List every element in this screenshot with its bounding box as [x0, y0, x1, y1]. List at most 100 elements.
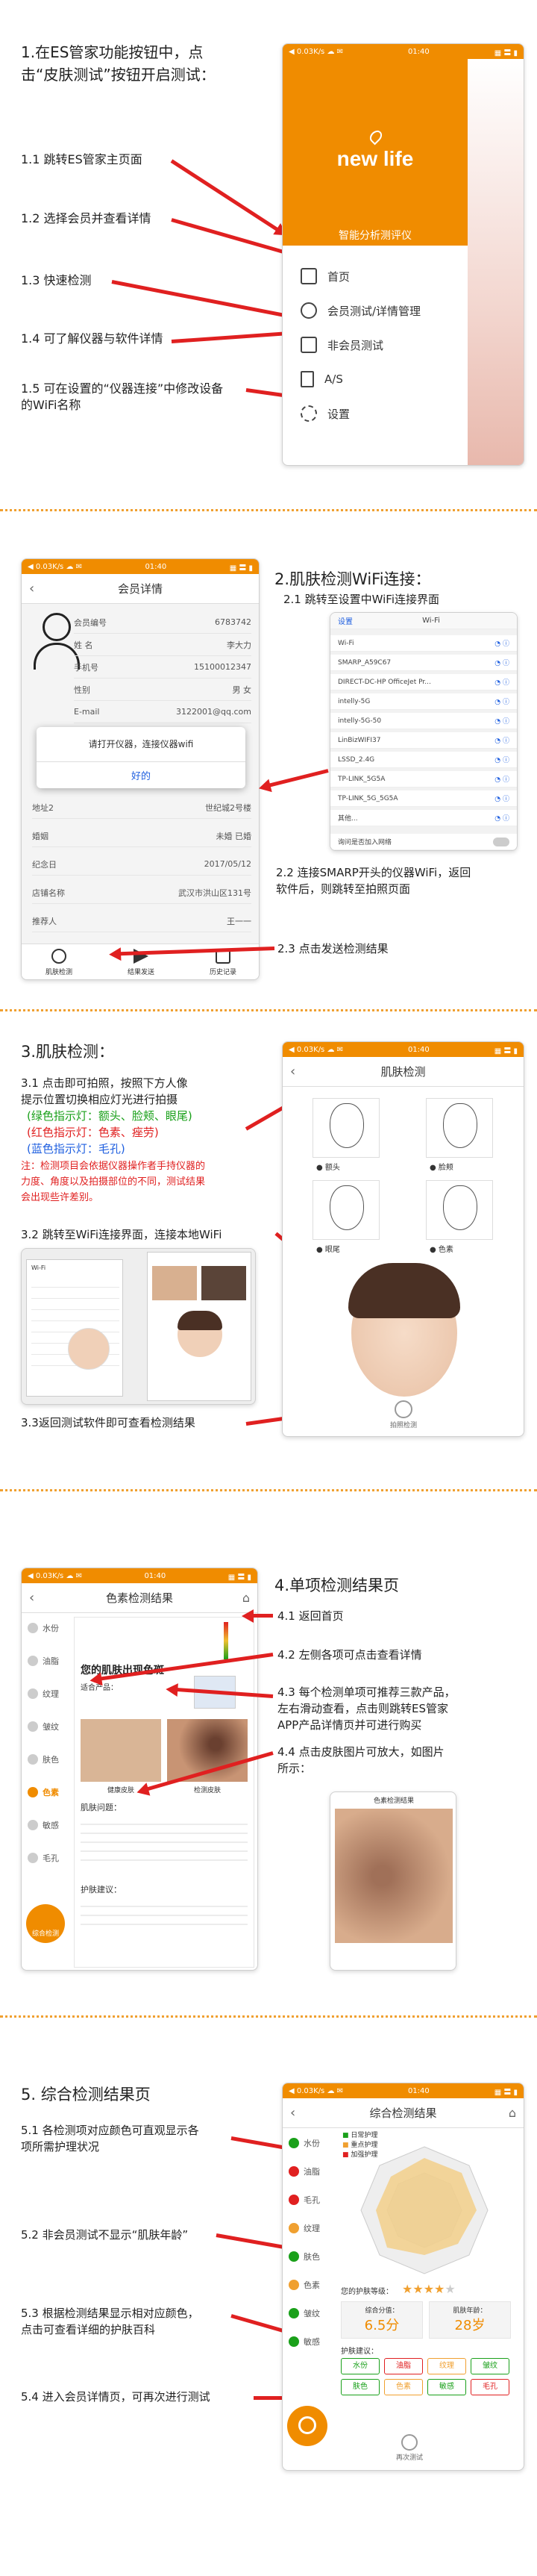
member-field-row: 推荐人 王一一: [32, 910, 251, 932]
wifi-network-name: Wi-Fi: [338, 639, 354, 647]
sidebar-item[interactable]: 色素: [28, 1786, 59, 1798]
skin-test-button[interactable]: 肌肤检测: [40, 949, 78, 976]
wifi-network-row[interactable]: intelly-5G-50 ◔ ⓘ: [330, 713, 517, 729]
field-key: 推荐人: [32, 916, 57, 926]
sidebar-item[interactable]: 肤色: [28, 1753, 59, 1765]
wifi-header: Wi-Fi: [422, 617, 440, 625]
care-chip[interactable]: 皱纹: [471, 2358, 509, 2374]
sidebar-item[interactable]: 毛孔: [289, 2194, 320, 2206]
sidebar-item-label: 纹理: [43, 1689, 59, 1699]
sidebar-item[interactable]: 皱纹: [289, 2307, 320, 2319]
wifi-network-row[interactable]: LinBizWIFI37 ◔ ⓘ: [330, 732, 517, 749]
care-chip[interactable]: 色素: [384, 2379, 423, 2395]
field-value[interactable]: 2017/05/12: [204, 859, 251, 869]
field-value[interactable]: 武汉市洪山区131号: [178, 887, 251, 899]
home-icon[interactable]: ⌂: [242, 1591, 250, 1605]
back-icon[interactable]: ‹: [290, 2105, 295, 2121]
s1-note-1: 1.1 跳转ES管家主页面: [21, 152, 142, 166]
skin-photo-healthy[interactable]: [81, 1719, 161, 1782]
wifi-ask-label: 询问是否加入网络: [338, 839, 392, 846]
sidebar-item-icon: [28, 1754, 38, 1765]
divider-3: [0, 1489, 537, 1491]
care-chip[interactable]: 毛孔: [471, 2379, 509, 2395]
field-key: 地址2: [32, 802, 54, 813]
sidebar-item[interactable]: 水份: [289, 2137, 320, 2149]
sidebar-item[interactable]: 皱纹: [28, 1721, 59, 1733]
history-button[interactable]: 历史记录: [204, 949, 242, 976]
menu-settings[interactable]: 设置: [301, 405, 350, 422]
menu-as[interactable]: A/S: [301, 371, 343, 387]
face-outline-icon: [330, 1185, 364, 1230]
s5-note-3: 5.3 根据检测结果显示相对应颜色， 点击可查看详细的护肤百科: [21, 2307, 199, 2336]
status-right: ▦ 〓 ▮: [494, 1047, 518, 1055]
care-chip[interactable]: 纹理: [427, 2358, 466, 2374]
back-icon[interactable]: ‹: [290, 1064, 295, 1079]
field-value[interactable]: 世纪城2号楼: [205, 802, 251, 814]
status-left: ◀ 0.03K/s ☁ ✉: [289, 2086, 344, 2095]
capture-button[interactable]: 拍照检测: [389, 1400, 418, 1429]
field-value[interactable]: 6783742: [215, 617, 251, 627]
wifi-network-row[interactable]: TP-LINK_5G5A ◔ ⓘ: [330, 771, 517, 788]
member-field-row: 地址2 世纪城2号楼: [32, 796, 251, 819]
s4-note-3: 4.3 每个检测单项可推荐三款产品， 左右滑动查看，点击则跳转ES管家 APP产…: [277, 1685, 456, 1732]
care-chip[interactable]: 油脂: [384, 2358, 423, 2374]
wifi-network-row[interactable]: LSSD_2.4G ◔ ⓘ: [330, 752, 517, 768]
wifi-network-row[interactable]: TP-LINK_5G_5G5A ◔ ⓘ: [330, 790, 517, 807]
field-value[interactable]: 李大力: [227, 639, 251, 651]
face-forehead[interactable]: ● 额头: [313, 1098, 380, 1172]
wifi-network-row[interactable]: DIRECT-DC-HP OfficeJet Pr... ◔ ⓘ: [330, 674, 517, 690]
status-time: 01:40: [407, 1045, 430, 1054]
wifi-network-row[interactable]: 其他... ◔ ⓘ: [330, 810, 517, 826]
care-chip[interactable]: 肤色: [341, 2379, 380, 2395]
wifi-signal-icon: ◔ ⓘ: [494, 660, 509, 667]
home-icon[interactable]: ⌂: [509, 2106, 516, 2120]
sidebar-item[interactable]: 纹理: [28, 1688, 59, 1700]
sidebar-item[interactable]: 油脂: [28, 1655, 59, 1667]
wifi-network-row[interactable]: Wi-Fi ◔ ⓘ: [330, 635, 517, 652]
field-value[interactable]: 3122001@qq.com: [176, 707, 251, 717]
field-value[interactable]: 王一一: [227, 915, 251, 927]
field-value[interactable]: 未婚 已婚: [216, 830, 252, 842]
back-icon[interactable]: ‹: [29, 581, 34, 596]
zoomed-skin-photo[interactable]: [335, 1809, 453, 1943]
sidebar-item[interactable]: 毛孔: [28, 1852, 59, 1864]
s5-fab[interactable]: [287, 2406, 327, 2446]
wifi-network-row[interactable]: intelly-5G ◔ ⓘ: [330, 693, 517, 710]
dialog-text: 请打开仪器，连接仪器wifi: [88, 739, 194, 749]
wifi-network-row[interactable]: SMARP_A59C67 ◔ ⓘ: [330, 655, 517, 671]
sidebar-item[interactable]: 纹理: [289, 2222, 320, 2234]
sidebar-item[interactable]: 水份: [28, 1622, 59, 1634]
sidebar-item[interactable]: 色素: [289, 2279, 320, 2291]
care-chip[interactable]: 水份: [341, 2358, 380, 2374]
retest-button[interactable]: 再次测试: [387, 2434, 432, 2462]
status-time: 01:40: [407, 2086, 430, 2095]
wifi-ask-row[interactable]: 询问是否加入网络: [330, 834, 517, 850]
sidebar-item-label: 油脂: [304, 2167, 320, 2177]
rating-stars: ★★★★★: [402, 2282, 456, 2296]
menu-member-test[interactable]: 会员测试/详情管理: [301, 302, 421, 319]
field-value[interactable]: 男 女: [233, 684, 252, 696]
field-value[interactable]: 15100012347: [194, 662, 251, 672]
back-icon[interactable]: ‹: [29, 1590, 34, 1606]
dialog-ok-button[interactable]: 好的: [37, 768, 245, 782]
wifi-signal-icon: ◔ ⓘ: [494, 737, 509, 745]
sidebar-item[interactable]: 肤色: [289, 2251, 320, 2262]
s3-title: 3.肌肤检测：: [21, 1043, 115, 1061]
s1-arrow-3: [111, 280, 289, 318]
care-chip[interactable]: 敏感: [427, 2379, 466, 2395]
face-pigment[interactable]: ● 色素: [426, 1180, 493, 1254]
face-eye[interactable]: ● 眼尾: [313, 1180, 380, 1254]
sidebar-item[interactable]: 油脂: [289, 2165, 320, 2177]
field-key: E-mail: [74, 707, 100, 717]
care-text: [81, 1898, 248, 1928]
sidebar-item[interactable]: 敏感: [289, 2336, 320, 2348]
mini-skin-photo-1: [152, 1266, 197, 1300]
menu-home[interactable]: 首页: [301, 268, 350, 284]
face-cheek[interactable]: ● 脸颊: [426, 1098, 493, 1172]
comprehensive-fab[interactable]: 综合检测: [26, 1904, 65, 1943]
sidebar-item[interactable]: 敏感: [28, 1819, 59, 1831]
s3-note-2: 3.2 跳转至WiFi连接界面，连接本地WiFi: [21, 1228, 222, 1241]
wifi-back-link[interactable]: 设置: [338, 615, 353, 626]
menu-guest-test[interactable]: 非会员测试: [301, 337, 383, 353]
wifi-dialog: 请打开仪器，连接仪器wifi 好的: [37, 727, 245, 788]
